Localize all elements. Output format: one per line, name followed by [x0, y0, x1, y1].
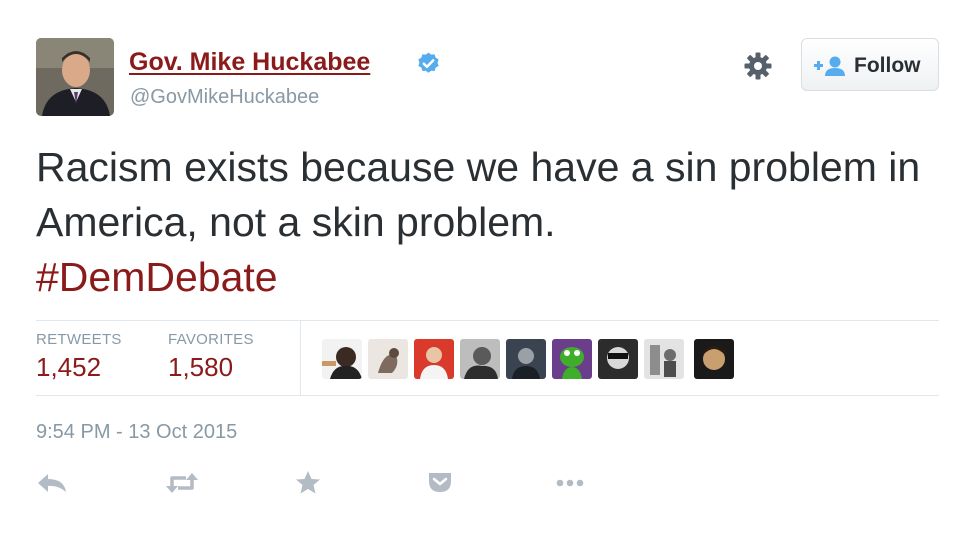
reply-icon[interactable]	[34, 468, 70, 498]
add-user-icon	[814, 56, 845, 76]
follow-button[interactable]: Follow	[801, 38, 939, 91]
favoriter-avatar[interactable]	[694, 339, 734, 379]
favoriter-avatar[interactable]	[460, 339, 500, 379]
user-handle[interactable]: @GovMikeHuckabee	[130, 86, 319, 109]
divider	[36, 395, 939, 396]
favoriter-avatar[interactable]	[506, 339, 546, 379]
favoriter-avatar[interactable]	[322, 339, 362, 379]
gear-icon[interactable]	[742, 50, 774, 82]
tweet-timestamp[interactable]: 9:54 PM - 13 Oct 2015	[36, 421, 237, 444]
display-name[interactable]: Gov. Mike Huckabee	[129, 48, 370, 77]
hashtag-link[interactable]: #DemDebate	[36, 254, 278, 300]
favoriter-avatar[interactable]	[644, 339, 684, 379]
favoriter-avatar[interactable]	[552, 339, 592, 379]
retweets-count[interactable]: 1,452	[36, 352, 101, 383]
retweet-icon[interactable]	[164, 468, 200, 498]
more-icon[interactable]	[552, 468, 588, 498]
follow-label: Follow	[854, 54, 921, 77]
divider	[300, 321, 301, 395]
favoriter-avatar[interactable]	[598, 339, 638, 379]
favoriter-avatar[interactable]	[414, 339, 454, 379]
tweet-text: Racism exists because we have a sin prob…	[36, 140, 936, 305]
pocket-icon[interactable]	[422, 468, 458, 498]
favorites-label: FAVORITES	[168, 331, 254, 348]
favoriter-avatar[interactable]	[368, 339, 408, 379]
favorite-icon[interactable]	[290, 468, 326, 498]
retweets-label: RETWEETS	[36, 331, 122, 348]
favorites-count[interactable]: 1,580	[168, 352, 233, 383]
avatar[interactable]	[36, 38, 114, 116]
verified-badge-icon	[418, 52, 439, 73]
tweet-body: Racism exists because we have a sin prob…	[36, 144, 921, 245]
divider	[36, 320, 939, 321]
